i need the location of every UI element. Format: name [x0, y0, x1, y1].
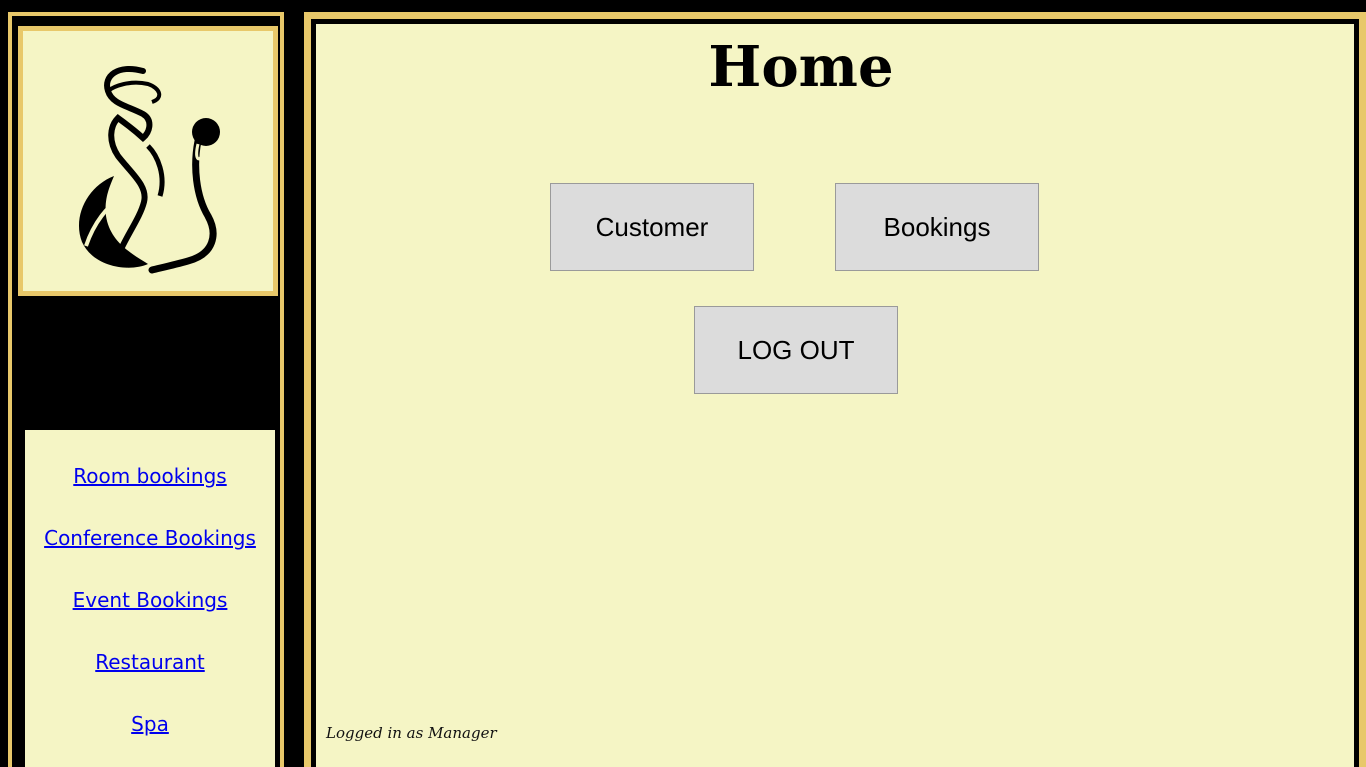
nav-link-event-bookings[interactable]: Event Bookings — [25, 588, 275, 612]
page-title: Home — [708, 34, 894, 100]
nav-link-restaurant[interactable]: Restaurant — [25, 650, 275, 674]
nav-link-spa[interactable]: Spa — [25, 712, 275, 736]
sidebar-nav: Room bookings Conference Bookings Event … — [25, 430, 275, 767]
customer-button[interactable]: Customer — [550, 183, 754, 271]
sidebar: Room bookings Conference Bookings Event … — [8, 12, 284, 767]
main-frame: Home Customer Bookings LOG OUT Logged in… — [304, 12, 1366, 767]
bookings-button[interactable]: Bookings — [835, 183, 1039, 271]
swan-monogram-logo-icon — [78, 66, 220, 274]
nav-link-room-bookings[interactable]: Room bookings — [25, 464, 275, 488]
main-panel: Home Customer Bookings LOG OUT Logged in… — [311, 19, 1359, 767]
logout-button[interactable]: LOG OUT — [694, 306, 898, 394]
login-status-text: Logged in as Manager — [326, 724, 497, 742]
logo-box — [18, 26, 278, 296]
nav-link-conference-bookings[interactable]: Conference Bookings — [25, 526, 275, 550]
